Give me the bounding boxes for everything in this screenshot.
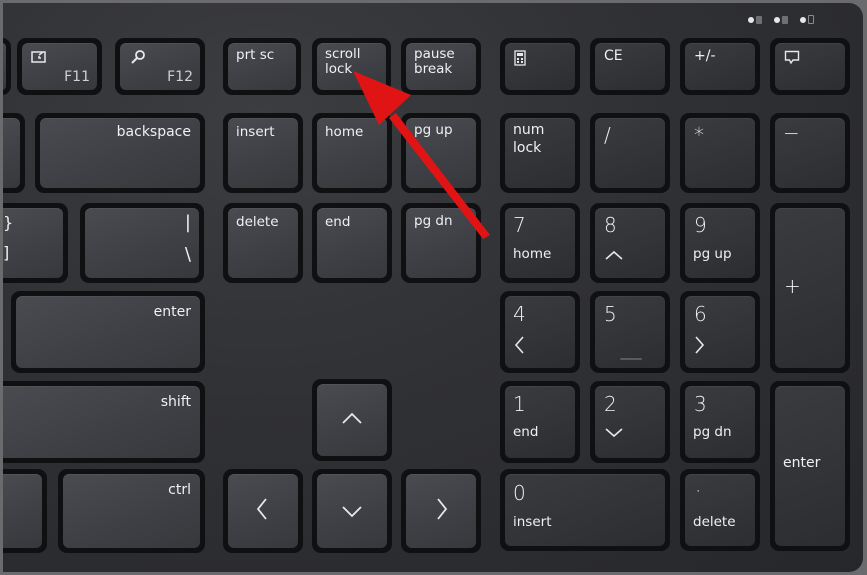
arrow-shaft	[389, 113, 490, 239]
keyboard: F11 F12 prt sc scroll lock pause break C…	[3, 3, 863, 572]
annotation-arrow	[353, 71, 490, 239]
arrow-head	[353, 71, 411, 125]
